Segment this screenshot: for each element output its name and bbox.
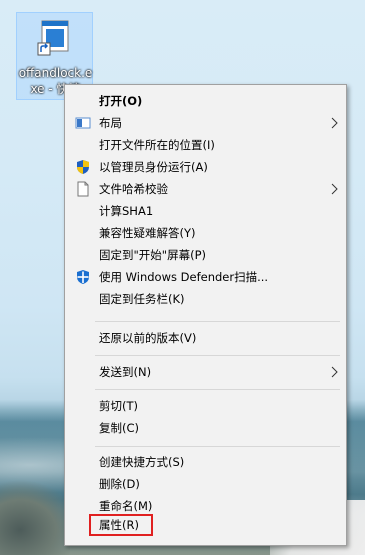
menu-item-pin-to-start[interactable]: 固定到"开始"屏幕(P) xyxy=(65,244,346,266)
menu-item-label: 文件哈希校验 xyxy=(99,182,168,196)
menu-item-label: 使用 Windows Defender扫描... xyxy=(99,270,269,284)
menu-item-label: 以管理员身份运行(A) xyxy=(99,160,208,174)
chevron-right-icon xyxy=(331,366,338,378)
menu-item-send-to[interactable]: 发送到(N) xyxy=(65,361,346,383)
menu-item-open-file-location[interactable]: 打开文件所在的位置(I) xyxy=(65,134,346,156)
menu-item-label: 固定到"开始"屏幕(P) xyxy=(99,248,206,262)
menu-item-label: 布局 xyxy=(99,116,122,130)
menu-item-open[interactable]: 打开(O) xyxy=(65,90,346,112)
menu-item-label: 还原以前的版本(V) xyxy=(99,331,197,345)
menu-item-label: 创建快捷方式(S) xyxy=(99,455,185,469)
file-icon xyxy=(77,181,89,197)
menu-item-label: 打开文件所在的位置(I) xyxy=(99,138,215,152)
uac-shield-icon xyxy=(77,160,89,174)
menu-item-copy[interactable]: 复制(C) xyxy=(65,417,346,439)
menu-separator xyxy=(95,321,340,322)
menu-item-defender-scan[interactable]: 使用 Windows Defender扫描... xyxy=(65,266,346,288)
menu-item-pin-to-taskbar[interactable]: 固定到任务栏(K) xyxy=(65,288,346,310)
desktop-shortcut-label-line1: offandlock.e xyxy=(18,66,93,80)
menu-item-compatibility-troubleshoot[interactable]: 兼容性疑难解答(Y) xyxy=(65,222,346,244)
wallpaper-rock xyxy=(0,470,70,555)
menu-item-create-shortcut[interactable]: 创建快捷方式(S) xyxy=(65,451,346,473)
menu-item-layout[interactable]: 布局 xyxy=(65,112,346,134)
properties-highlight-box xyxy=(89,514,153,536)
menu-separator xyxy=(95,355,340,356)
menu-item-label: 发送到(N) xyxy=(99,365,152,379)
menu-separator xyxy=(95,389,340,390)
layout-icon xyxy=(75,117,91,129)
shortcut-exe-icon xyxy=(37,20,69,56)
menu-item-cut[interactable]: 剪切(T) xyxy=(65,395,346,417)
chevron-right-icon xyxy=(331,117,338,129)
context-menu: 打开(O) 布局 打开文件所在的位置(I) 以管理员身份运行(A) 文件哈希校验… xyxy=(64,84,347,546)
defender-icon xyxy=(77,270,89,284)
menu-item-calc-sha1[interactable]: 计算SHA1 xyxy=(65,200,346,222)
menu-item-delete[interactable]: 删除(D) xyxy=(65,473,346,495)
chevron-right-icon xyxy=(331,183,338,195)
menu-item-run-as-admin[interactable]: 以管理员身份运行(A) xyxy=(65,156,346,178)
menu-item-label: 计算SHA1 xyxy=(99,204,154,218)
menu-item-label: 兼容性疑难解答(Y) xyxy=(99,226,196,240)
menu-separator xyxy=(95,446,340,447)
menu-item-file-hash[interactable]: 文件哈希校验 xyxy=(65,178,346,200)
menu-item-label: 打开(O) xyxy=(99,94,143,108)
menu-item-label: 复制(C) xyxy=(99,421,140,435)
menu-item-label: 删除(D) xyxy=(99,477,140,491)
menu-item-restore-previous-versions[interactable]: 还原以前的版本(V) xyxy=(65,327,346,349)
menu-item-label: 剪切(T) xyxy=(99,399,138,413)
menu-item-label: 固定到任务栏(K) xyxy=(99,292,185,306)
